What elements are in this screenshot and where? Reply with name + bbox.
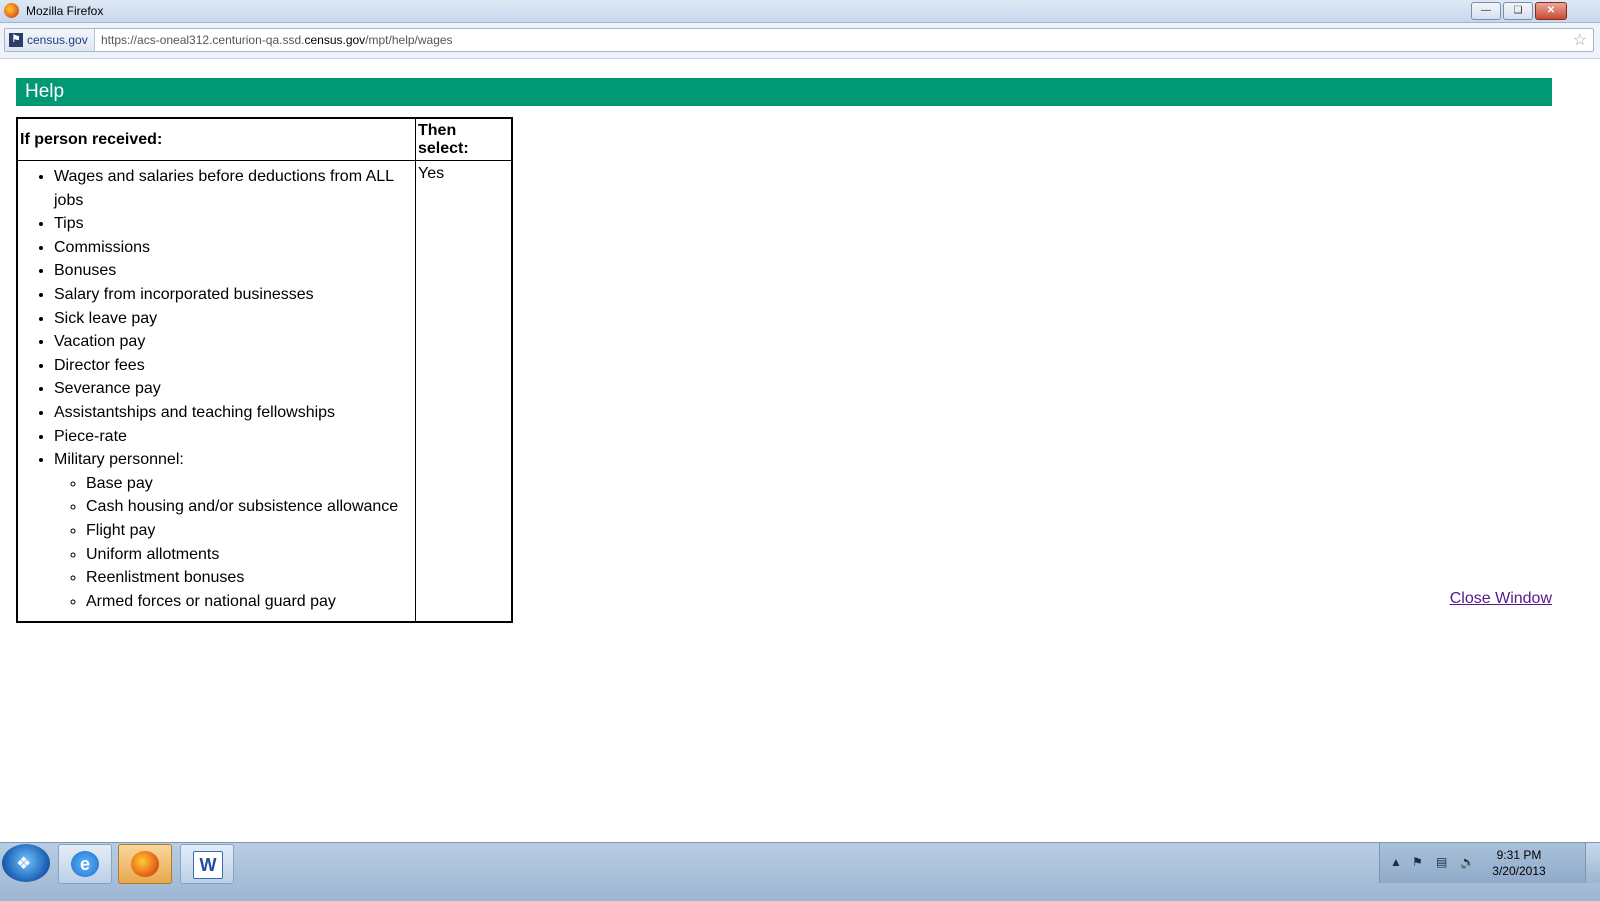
minimize-button[interactable]: — (1471, 2, 1501, 20)
list-item: Base pay (86, 472, 413, 496)
taskbar-word[interactable]: W (180, 844, 234, 884)
window-title: Mozilla Firefox (26, 4, 104, 18)
close-button[interactable]: ✕ (1535, 2, 1567, 20)
list-item: Uniform allotments (86, 543, 413, 567)
url-prefix: https://acs-oneal312.centurion-qa.ssd. (101, 33, 305, 47)
close-window-link[interactable]: Close Window (1450, 590, 1552, 608)
start-button[interactable]: ❖ (2, 844, 50, 882)
windows-logo-icon: ❖ (16, 854, 32, 873)
list-item: Bonuses (54, 259, 413, 283)
url-bar[interactable]: ⚑ census.gov https://acs-oneal312.centur… (4, 28, 1594, 52)
restore-icon: ❏ (1513, 5, 1523, 16)
show-hidden-icons-icon[interactable]: ▲ (1390, 855, 1402, 869)
site-favicon-icon: ⚑ (9, 33, 23, 47)
list-item: Commissions (54, 236, 413, 260)
list-item: Assistantships and teaching fellowships (54, 401, 413, 425)
minimize-icon: — (1481, 5, 1491, 16)
site-identity-button[interactable]: ⚑ census.gov (5, 29, 95, 51)
selection-cell: Yes (415, 160, 513, 623)
firefox-logo-icon (4, 3, 19, 18)
close-icon: ✕ (1546, 5, 1556, 16)
column-header-received: If person received: (16, 117, 416, 161)
list-item-military: Military personnel: Base pay Cash housin… (54, 448, 413, 613)
list-item: Reenlistment bonuses (86, 566, 413, 590)
show-desktop-button[interactable] (1585, 843, 1600, 883)
list-item: Sick leave pay (54, 307, 413, 331)
word-icon: W (193, 851, 223, 879)
firefox-icon (131, 851, 159, 877)
table-header-row: If person received: Then select: (16, 117, 513, 161)
list-item: Director fees (54, 354, 413, 378)
military-pay-list: Base pay Cash housing and/or subsistence… (54, 472, 413, 614)
column-header-select: Then select: (415, 117, 513, 161)
url-text[interactable]: https://acs-oneal312.centurion-qa.ssd.ce… (101, 33, 453, 47)
list-item: Wages and salaries before deductions fro… (54, 165, 413, 212)
windows-taskbar: ❖ e W ▲ ⚑ ▤ 🔈 9:31 PM 3/20/2013 (0, 842, 1600, 901)
internet-explorer-icon: e (71, 851, 99, 877)
clock-date[interactable]: 3/20/2013 (1484, 864, 1554, 878)
site-identity-label: census.gov (27, 33, 88, 47)
clock-time[interactable]: 9:31 PM (1484, 848, 1554, 862)
bookmark-star-icon[interactable]: ☆ (1573, 30, 1587, 50)
list-item: Vacation pay (54, 330, 413, 354)
taskbar-internet-explorer[interactable]: e (58, 844, 112, 884)
network-icon[interactable]: ▤ (1436, 855, 1447, 869)
income-type-list: Wages and salaries before deductions fro… (20, 165, 413, 613)
list-item: Piece-rate (54, 425, 413, 449)
list-item: Tips (54, 212, 413, 236)
table-row: Wages and salaries before deductions fro… (16, 160, 513, 623)
system-tray: ▲ ⚑ ▤ 🔈 9:31 PM 3/20/2013 (1379, 843, 1600, 883)
restore-button[interactable]: ❏ (1503, 2, 1533, 20)
list-item: Salary from incorporated businesses (54, 283, 413, 307)
navigation-bar: ⚑ census.gov https://acs-oneal312.centur… (0, 23, 1600, 59)
received-cell: Wages and salaries before deductions fro… (16, 160, 416, 623)
volume-icon[interactable]: 🔈 (1460, 855, 1475, 869)
taskbar-firefox[interactable] (118, 844, 172, 884)
url-domain: census.gov (304, 33, 366, 47)
window-titlebar: Mozilla Firefox — ❏ ✕ (0, 0, 1600, 23)
page-title: Help (16, 78, 1552, 106)
wages-help-table: If person received: Then select: Wages a… (16, 117, 513, 624)
list-item: Armed forces or national guard pay (86, 590, 413, 614)
url-suffix: /mpt/help/wages (365, 33, 453, 47)
list-item: Cash housing and/or subsistence allowanc… (86, 495, 413, 519)
list-item: Severance pay (54, 377, 413, 401)
list-item: Flight pay (86, 519, 413, 543)
military-label: Military personnel: (54, 451, 184, 469)
action-center-flag-icon[interactable]: ⚑ (1412, 855, 1423, 869)
